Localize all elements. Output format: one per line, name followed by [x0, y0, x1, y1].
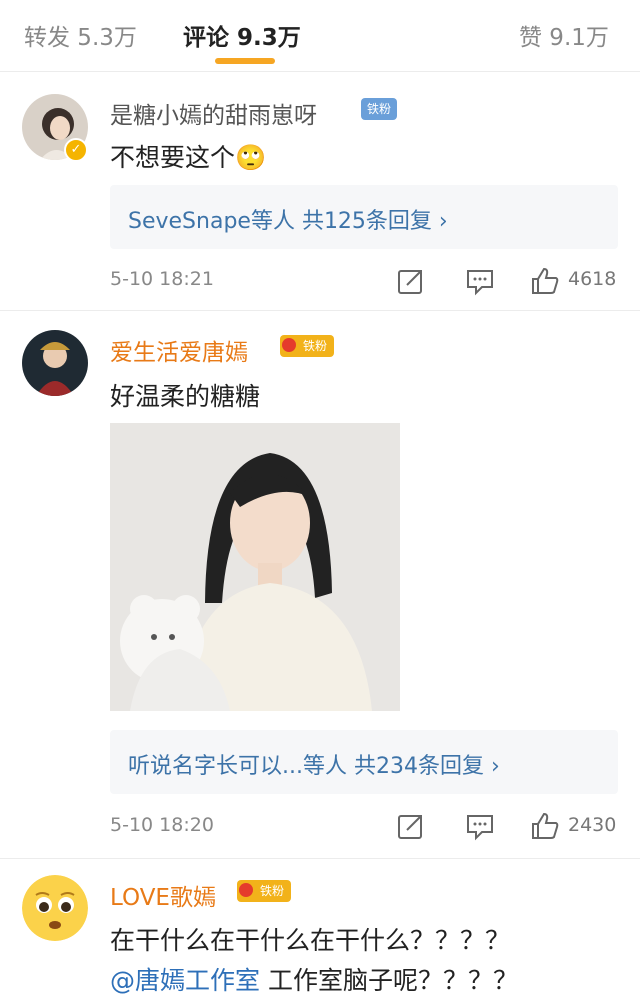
comment-text: 在干什么在干什么在干什么？？？？ — [110, 926, 511, 955]
comment-text-line2: @唐嫣工作室 工作室脑子呢？？？？ — [110, 961, 518, 997]
like-icon[interactable] — [529, 810, 561, 842]
reply-summary[interactable]: SeveSnape等人 共125条回复 › — [110, 185, 618, 249]
reply-summary-text: 听说名字长可以...等人 共234条回复 › — [128, 754, 500, 779]
comment-time: 5-10 18:21 — [110, 268, 214, 290]
crown-icon — [282, 338, 296, 352]
divider — [0, 310, 640, 311]
comment-photo[interactable] — [110, 423, 400, 711]
like-icon[interactable] — [529, 265, 561, 297]
verified-icon: ✓ — [64, 138, 88, 162]
comment-username[interactable]: 是糖小嫣的甜雨崽呀 — [110, 96, 317, 130]
avatar[interactable] — [22, 875, 88, 941]
comment-username[interactable]: LOVE歌嫣 — [110, 878, 216, 912]
comment-text-tail: 工作室脑子呢？？？？ — [260, 966, 518, 995]
like-count: 4618 — [568, 268, 617, 290]
repost-icon[interactable] — [395, 810, 427, 842]
tab-comments[interactable]: 评论 9.3万 — [183, 18, 301, 52]
active-tab-indicator — [215, 58, 275, 64]
comment-text: 好温柔的糖糖 — [110, 382, 261, 411]
fan-badge: 铁粉 — [361, 98, 397, 120]
comment-text: 不想要这个🙄 — [110, 143, 267, 172]
reply-summary-text: SeveSnape等人 共125条回复 › — [128, 209, 448, 234]
fan-badge: 铁粉 — [280, 335, 334, 357]
reply-summary[interactable]: 听说名字长可以...等人 共234条回复 › — [110, 730, 618, 794]
divider — [0, 858, 640, 859]
tab-repost[interactable]: 转发 5.3万 — [24, 18, 137, 52]
fan-badge: 铁粉 — [237, 880, 291, 902]
repost-icon[interactable] — [395, 265, 427, 297]
tabs-bar: 转发 5.3万 评论 9.3万 赞 9.1万 — [0, 0, 640, 72]
comment-time: 5-10 18:20 — [110, 814, 214, 836]
like-count: 2430 — [568, 814, 617, 836]
avatar[interactable] — [22, 330, 88, 396]
mention-link[interactable]: @唐嫣工作室 — [110, 966, 260, 995]
fan-badge-label: 铁粉 — [259, 884, 284, 898]
tab-likes[interactable]: 赞 9.1万 — [519, 18, 609, 52]
crown-icon — [239, 883, 253, 897]
comment-icon[interactable] — [464, 265, 496, 297]
comment-username[interactable]: 爱生活爱唐嫣 — [110, 333, 248, 367]
comment-icon[interactable] — [464, 810, 496, 842]
fan-badge-label: 铁粉 — [302, 339, 327, 353]
